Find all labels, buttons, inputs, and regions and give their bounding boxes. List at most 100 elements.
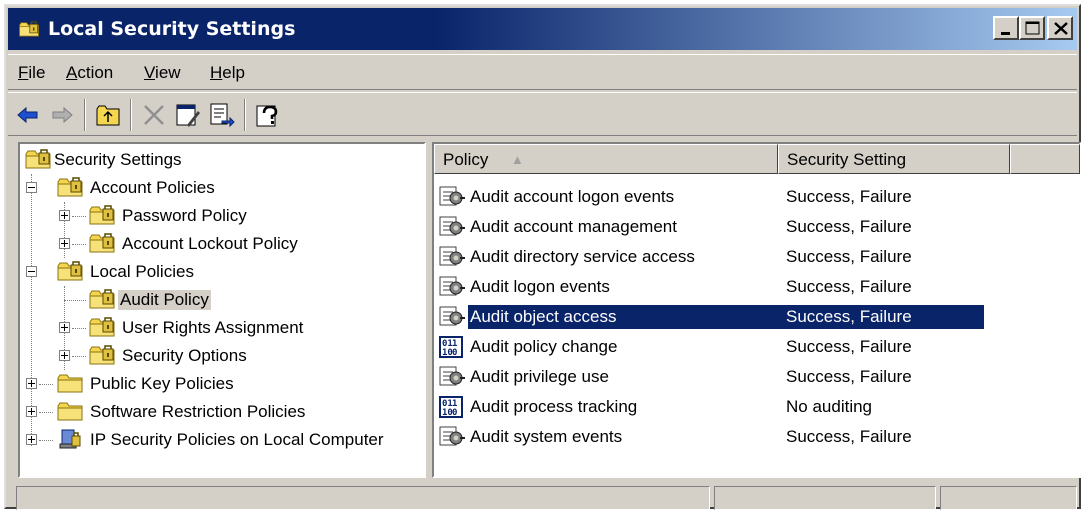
expand-toggle[interactable] xyxy=(59,350,70,361)
menu-view[interactable]: View xyxy=(144,63,181,83)
up-folder-icon[interactable] xyxy=(94,101,122,129)
tree-node-security-settings[interactable]: Security Settings xyxy=(24,148,324,174)
toolbar-separator xyxy=(130,99,132,131)
tree-label-selected: Audit Policy xyxy=(118,290,211,310)
policy-icon xyxy=(438,365,466,389)
tree-connector xyxy=(39,384,53,385)
back-arrow-icon[interactable] xyxy=(14,101,42,129)
lock-folder-icon xyxy=(88,232,116,254)
delete-icon[interactable] xyxy=(140,101,168,129)
maximize-icon xyxy=(1025,21,1040,35)
policy-row[interactable]: Audit account management Success, Failure xyxy=(434,212,1079,242)
policy-row[interactable]: Audit policy change Success, Failure xyxy=(434,332,1079,362)
security-settings-icon xyxy=(24,148,52,170)
status-bar-pane-3 xyxy=(940,486,1077,510)
expand-toggle[interactable] xyxy=(26,378,37,389)
toolbar-separator xyxy=(84,99,86,131)
menu-action[interactable]: Action xyxy=(66,63,113,83)
column-header-label: Security Setting xyxy=(787,150,907,169)
collapse-toggle[interactable] xyxy=(26,182,37,193)
policy-row[interactable]: Audit system events Success, Failure xyxy=(434,422,1079,452)
policy-row[interactable]: Audit directory service access Success, F… xyxy=(434,242,1079,272)
policy-name: Audit system events xyxy=(470,427,623,446)
expand-toggle[interactable] xyxy=(59,238,70,249)
policy-setting: Success, Failure xyxy=(786,247,912,266)
close-button[interactable] xyxy=(1047,16,1073,40)
minimize-icon xyxy=(1001,32,1010,35)
tree-node-audit-policy[interactable]: Audit Policy xyxy=(88,288,388,314)
tree-node-user-rights-assignment[interactable]: User Rights Assignment xyxy=(88,316,388,342)
tree-connector xyxy=(72,356,86,357)
tree-connector xyxy=(72,244,86,245)
tree-node-software-restriction-policies[interactable]: Software Restriction Policies xyxy=(56,400,396,426)
policy-name: Audit account management xyxy=(470,217,677,236)
policy-icon xyxy=(438,305,466,329)
menu-help[interactable]: Help xyxy=(210,63,245,83)
status-bar-pane-2 xyxy=(714,486,936,510)
policy-name: Audit logon events xyxy=(470,277,610,296)
tree-node-security-options[interactable]: Security Options xyxy=(88,344,388,370)
tree-connector xyxy=(72,216,86,217)
policy-setting: Success, Failure xyxy=(786,277,912,296)
folder-icon xyxy=(56,372,84,394)
lock-folder-icon xyxy=(88,344,116,366)
menu-bar: File Action View Help xyxy=(8,54,1077,90)
policy-setting: No auditing xyxy=(786,397,873,416)
tree-label: User Rights Assignment xyxy=(122,318,304,337)
tree-node-password-policy[interactable]: Password Policy xyxy=(88,204,388,230)
tree-label: Password Policy xyxy=(122,206,247,225)
lock-folder-icon xyxy=(88,288,116,310)
policy-row[interactable]: Audit privilege use Success, Failure xyxy=(434,362,1079,392)
policy-name: Audit policy change xyxy=(470,337,618,356)
folder-icon xyxy=(56,400,84,422)
policy-icon xyxy=(438,185,466,209)
forward-arrow-icon[interactable] xyxy=(48,101,76,129)
menu-file[interactable]: File xyxy=(18,63,45,83)
properties-icon[interactable] xyxy=(174,101,202,129)
lock-folder-icon xyxy=(88,204,116,226)
collapse-toggle[interactable] xyxy=(26,266,37,277)
tree-connector xyxy=(72,328,86,329)
policy-name: Audit directory service access xyxy=(470,247,695,266)
policy-icon xyxy=(438,425,466,449)
tree-node-ip-security-policies[interactable]: IP Security Policies on Local Computer xyxy=(56,428,422,454)
policy-row[interactable]: Audit object access Success, Failure xyxy=(434,302,1079,332)
policy-setting: Success, Failure xyxy=(786,187,912,206)
export-list-icon[interactable] xyxy=(208,101,236,129)
policy-row[interactable]: Audit process tracking No auditing xyxy=(434,392,1079,422)
policy-name: Audit process tracking xyxy=(470,397,638,416)
column-header-empty[interactable] xyxy=(1010,144,1080,174)
expand-toggle[interactable] xyxy=(59,322,70,333)
lock-folder-icon xyxy=(88,316,116,338)
expand-toggle[interactable] xyxy=(26,406,37,417)
policy-name: Audit privilege use xyxy=(470,367,609,386)
help-icon[interactable] xyxy=(254,101,282,129)
tree-node-account-policies[interactable]: Account Policies xyxy=(56,176,356,202)
tree-label: Security Settings xyxy=(54,150,182,169)
tree-node-local-policies[interactable]: Local Policies xyxy=(56,260,356,286)
tree-node-account-lockout-policy[interactable]: Account Lockout Policy xyxy=(88,232,388,258)
policy-name: Audit object access xyxy=(468,307,619,327)
minimize-button[interactable] xyxy=(993,16,1019,40)
tree-node-public-key-policies[interactable]: Public Key Policies xyxy=(56,372,356,398)
tree-label: Security Options xyxy=(122,346,247,365)
policy-setting: Success, Failure xyxy=(786,307,912,326)
security-settings-icon xyxy=(18,18,40,40)
policy-row[interactable]: Audit logon events Success, Failure xyxy=(434,272,1079,302)
lock-folder-icon xyxy=(56,260,84,282)
tree-label: Account Lockout Policy xyxy=(122,234,298,253)
tree-label: IP Security Policies on Local Computer xyxy=(90,430,384,449)
policy-setting: Success, Failure xyxy=(786,367,912,386)
policy-row[interactable]: Audit account logon events Success, Failu… xyxy=(434,182,1079,212)
expand-toggle[interactable] xyxy=(26,434,37,445)
details-list-pane[interactable]: Policy ▲ Security Setting Audit account … xyxy=(432,142,1081,478)
sort-ascending-icon: ▲ xyxy=(511,152,524,167)
expand-toggle[interactable] xyxy=(59,210,70,221)
title-bar[interactable]: Local Security Settings xyxy=(8,8,1077,50)
console-tree-pane[interactable]: Security Settings Account Policies Passw… xyxy=(18,142,426,478)
column-header-policy[interactable]: Policy ▲ xyxy=(434,144,778,174)
column-header-security-setting[interactable]: Security Setting xyxy=(778,144,1010,174)
maximize-button[interactable] xyxy=(1019,16,1045,40)
policy-setting: Success, Failure xyxy=(786,217,912,236)
tree-label: Public Key Policies xyxy=(90,374,234,393)
